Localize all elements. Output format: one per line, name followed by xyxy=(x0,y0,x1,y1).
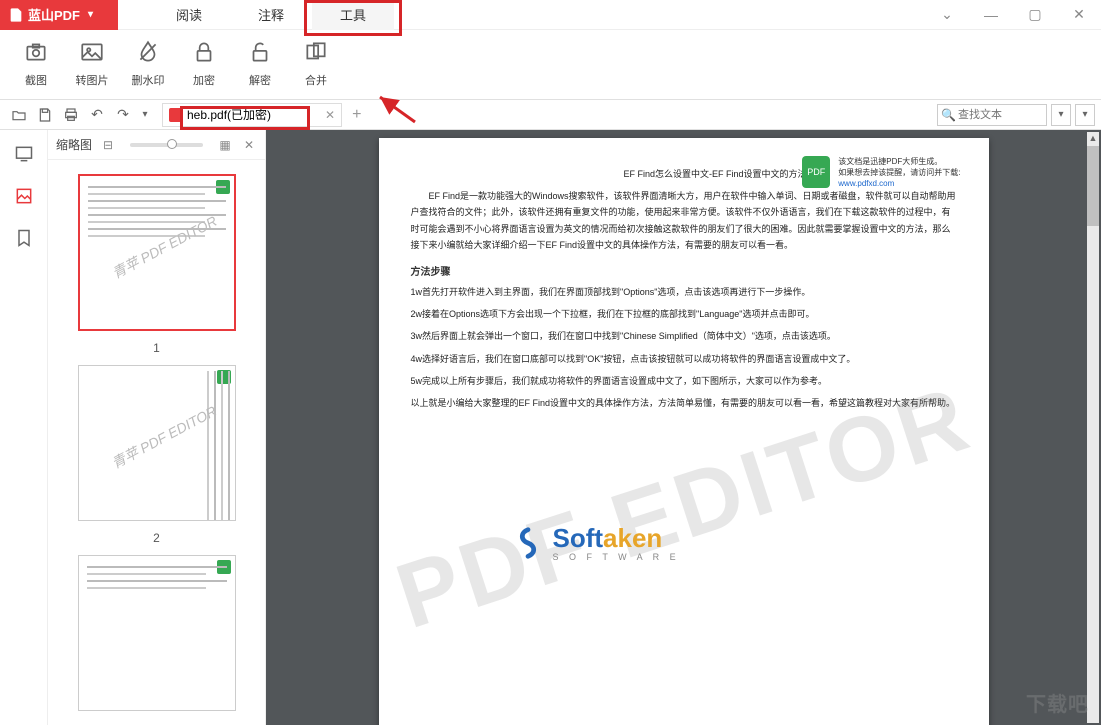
window-maximize-icon[interactable]: ▢ xyxy=(1013,0,1057,30)
ribbon-merge-button[interactable]: 合并 xyxy=(294,36,338,95)
thumbnail-panel-title: 缩略图 xyxy=(56,136,92,153)
ribbon-toolbar: 截图 转图片 删水印 加密 解密 合并 xyxy=(0,30,1101,100)
window-minimize-icon[interactable]: — xyxy=(969,0,1013,30)
thumbnail-number: 2 xyxy=(153,531,160,545)
zoom-out-icon[interactable]: ⊟ xyxy=(100,137,116,153)
file-tab[interactable]: heb.pdf(已加密) ✕ xyxy=(162,103,342,127)
ribbon-removewm-button[interactable]: 删水印 xyxy=(126,36,170,95)
view-mode-icon[interactable] xyxy=(12,142,36,166)
tab-close-icon[interactable]: ✕ xyxy=(325,108,335,122)
doc-step: 4w选择好语言后，我们在窗口底部可以找到"OK"按钮，点击该按钮就可以成功将软件… xyxy=(411,351,957,367)
ribbon-label: 转图片 xyxy=(76,72,109,88)
thumbnail-close-icon[interactable]: ✕ xyxy=(241,137,257,153)
doc-heading: 方法步骤 xyxy=(411,263,957,278)
ribbon-decrypt-button[interactable]: 解密 xyxy=(238,36,282,95)
left-icon-rail xyxy=(0,130,48,725)
thumbnail-panel-icon[interactable] xyxy=(12,184,36,208)
undo-icon[interactable]: ↶ xyxy=(84,102,110,128)
thumbnail-page-3[interactable] xyxy=(78,555,236,711)
thumbnail-page-2[interactable]: 青苹 PDF EDITOR xyxy=(78,365,236,521)
menu-tab-annotate[interactable]: 注释 xyxy=(230,0,312,30)
doc-step: 2w接着在Options选项下方会出现一个下拉框，我们在下拉框的底部找到"Lan… xyxy=(411,306,957,322)
document-viewer[interactable]: PDF 该文档是迅捷PDF大师生成。 如果想去掉该提醒，请访问并下载: www.… xyxy=(266,130,1101,725)
image-icon xyxy=(76,36,108,68)
pdf-page: PDF 该文档是迅捷PDF大师生成。 如果想去掉该提醒，请访问并下载: www.… xyxy=(379,138,989,725)
doc-intro: EF Find是一款功能强大的Windows搜索软件，该软件界面清晰大方，用户在… xyxy=(411,188,957,253)
search-menu-dropdown[interactable]: ▾ xyxy=(1075,104,1095,126)
scroll-up-icon[interactable]: ▲ xyxy=(1087,132,1099,144)
ribbon-label: 解密 xyxy=(249,72,271,88)
scrollbar-handle[interactable] xyxy=(1087,146,1099,226)
page-header-text: 该文档是迅捷PDF大师生成。 如果想去掉该提醒，请访问并下载: www.pdfx… xyxy=(838,156,960,190)
window-close-icon[interactable]: ✕ xyxy=(1057,0,1101,30)
thumbnail-zoom-slider[interactable] xyxy=(130,143,203,147)
droplet-icon xyxy=(132,36,164,68)
quickbar-dropdown-icon[interactable]: ▾ xyxy=(136,102,154,128)
new-tab-button[interactable]: + xyxy=(346,106,367,124)
softaken-logo: Softaken S O F T W A R E xyxy=(509,523,680,562)
open-file-icon[interactable] xyxy=(6,102,32,128)
bookmark-panel-icon[interactable] xyxy=(12,226,36,250)
app-logo[interactable]: 蓝山PDF ▾ xyxy=(0,0,118,30)
merge-icon xyxy=(300,36,332,68)
ribbon-label: 加密 xyxy=(193,72,215,88)
site-watermark: 下载吧 xyxy=(1026,688,1089,717)
doc-step: 1w首先打开软件进入到主界面，我们在界面顶部找到"Options"选项，点击该选… xyxy=(411,284,957,300)
save-icon[interactable] xyxy=(32,102,58,128)
pdf-badge-icon: PDF xyxy=(802,156,830,188)
file-tab-label: heb.pdf(已加密) xyxy=(187,106,271,123)
search-icon: 🔍 xyxy=(941,108,956,122)
lock-icon xyxy=(188,36,220,68)
doc-step: 3w然后界面上就会弹出一个窗口，我们在窗口中找到"Chinese Simplif… xyxy=(411,328,957,344)
doc-step: 5w完成以上所有步骤后，我们就成功将软件的界面语言设置成中文了，如下图所示，大家… xyxy=(411,373,957,389)
menu-tab-read[interactable]: 阅读 xyxy=(148,0,230,30)
thumbnail-number: 1 xyxy=(153,341,160,355)
unlock-icon xyxy=(244,36,276,68)
ribbon-label: 删水印 xyxy=(132,72,165,88)
app-dropdown-icon: ▾ xyxy=(88,9,93,20)
pdf-file-icon xyxy=(169,108,183,122)
thumbnail-page-1[interactable]: 青苹 PDF EDITOR xyxy=(78,174,236,331)
search-options-dropdown[interactable]: ▾ xyxy=(1051,104,1071,126)
print-icon[interactable] xyxy=(58,102,84,128)
ribbon-toimage-button[interactable]: 转图片 xyxy=(70,36,114,95)
thumbnail-panel: 缩略图 ⊟ ▦ ✕ 青苹 PDF EDITOR 1 青苹 PDF EDITOR … xyxy=(48,130,266,725)
ribbon-label: 截图 xyxy=(25,72,47,88)
redo-icon[interactable]: ↷ xyxy=(110,102,136,128)
ribbon-encrypt-button[interactable]: 加密 xyxy=(182,36,226,95)
ribbon-screenshot-button[interactable]: 截图 xyxy=(14,36,58,95)
vertical-scrollbar[interactable]: ▲ xyxy=(1087,132,1099,723)
screenshot-icon xyxy=(20,36,52,68)
ribbon-label: 合并 xyxy=(305,72,327,88)
window-dropdown-icon[interactable]: ⌄ xyxy=(925,0,969,30)
zoom-preview-icon[interactable]: ▦ xyxy=(217,137,233,153)
menu-tab-tools[interactable]: 工具 xyxy=(312,0,394,30)
app-name: 蓝山PDF xyxy=(28,5,80,24)
